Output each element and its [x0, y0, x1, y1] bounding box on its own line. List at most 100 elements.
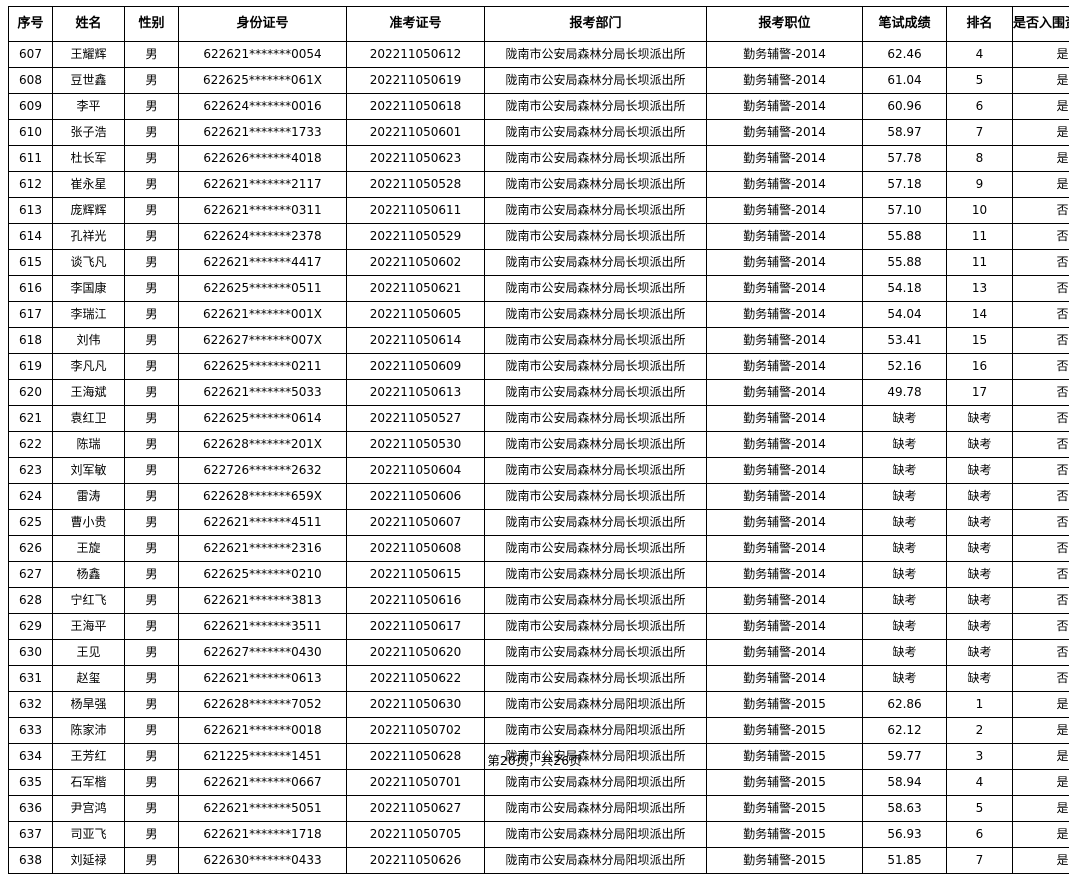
cell-position: 勤务辅警-2014 [707, 380, 863, 406]
table-row: 632杨旱强男622628*******7052202211050630陇南市公… [9, 692, 1069, 718]
cell-ticket: 202211050619 [347, 68, 485, 94]
cell-qualified: 否 [1013, 250, 1069, 276]
cell-idnumber: 622621*******2316 [179, 536, 347, 562]
cell-department: 陇南市公安局森林分局长坝派出所 [485, 172, 707, 198]
cell-idnumber: 622625*******0614 [179, 406, 347, 432]
table-body: 607王耀辉男622621*******0054202211050612陇南市公… [9, 42, 1069, 874]
table-row: 626王旋男622621*******2316202211050608陇南市公安… [9, 536, 1069, 562]
cell-rank: 缺考 [947, 458, 1013, 484]
cell-ticket: 202211050616 [347, 588, 485, 614]
cell-score: 57.10 [863, 198, 947, 224]
cell-ticket: 202211050701 [347, 770, 485, 796]
cell-department: 陇南市公安局森林分局长坝派出所 [485, 276, 707, 302]
cell-position: 勤务辅警-2014 [707, 224, 863, 250]
cell-idnumber: 622621*******4511 [179, 510, 347, 536]
cell-qualified: 是 [1013, 68, 1069, 94]
table-row: 638刘延禄男622630*******0433202211050626陇南市公… [9, 848, 1069, 874]
cell-score: 53.41 [863, 328, 947, 354]
cell-ticket: 202211050613 [347, 380, 485, 406]
cell-gender: 男 [125, 614, 179, 640]
cell-name: 李凡凡 [53, 354, 125, 380]
cell-gender: 男 [125, 94, 179, 120]
cell-rank: 缺考 [947, 640, 1013, 666]
cell-name: 庞辉辉 [53, 198, 125, 224]
cell-seq: 626 [9, 536, 53, 562]
cell-score: 58.63 [863, 796, 947, 822]
cell-name: 刘军敏 [53, 458, 125, 484]
cell-idnumber: 622621*******5051 [179, 796, 347, 822]
cell-idnumber: 622627*******0430 [179, 640, 347, 666]
cell-idnumber: 622625*******0511 [179, 276, 347, 302]
cell-score: 缺考 [863, 406, 947, 432]
cell-ticket: 202211050614 [347, 328, 485, 354]
cell-rank: 4 [947, 42, 1013, 68]
cell-ticket: 202211050608 [347, 536, 485, 562]
cell-position: 勤务辅警-2014 [707, 94, 863, 120]
column-header-score: 笔试成绩 [863, 7, 947, 42]
cell-gender: 男 [125, 510, 179, 536]
cell-ticket: 202211050618 [347, 94, 485, 120]
cell-department: 陇南市公安局森林分局阳坝派出所 [485, 822, 707, 848]
table-row: 622陈瑞男622628*******201X202211050530陇南市公安… [9, 432, 1069, 458]
cell-position: 勤务辅警-2014 [707, 328, 863, 354]
cell-name: 杨鑫 [53, 562, 125, 588]
cell-score: 51.85 [863, 848, 947, 874]
document-page: 序号 姓名 性别 身份证号 准考证号 报考部门 报考职位 笔试成绩 排名 是否入… [0, 0, 1069, 777]
table-row: 625曹小贵男622621*******4511202211050607陇南市公… [9, 510, 1069, 536]
cell-seq: 621 [9, 406, 53, 432]
cell-name: 宁红飞 [53, 588, 125, 614]
cell-name: 尹宫鸿 [53, 796, 125, 822]
cell-department: 陇南市公安局森林分局长坝派出所 [485, 562, 707, 588]
table-row: 627杨鑫男622625*******0210202211050615陇南市公安… [9, 562, 1069, 588]
cell-department: 陇南市公安局森林分局长坝派出所 [485, 406, 707, 432]
cell-department: 陇南市公安局森林分局长坝派出所 [485, 354, 707, 380]
cell-ticket: 202211050527 [347, 406, 485, 432]
cell-qualified: 是 [1013, 822, 1069, 848]
cell-name: 李瑞江 [53, 302, 125, 328]
cell-position: 勤务辅警-2015 [707, 692, 863, 718]
cell-qualified: 是 [1013, 718, 1069, 744]
table-row: 635石军楷男622621*******0667202211050701陇南市公… [9, 770, 1069, 796]
cell-gender: 男 [125, 562, 179, 588]
cell-department: 陇南市公安局森林分局长坝派出所 [485, 640, 707, 666]
table-header: 序号 姓名 性别 身份证号 准考证号 报考部门 报考职位 笔试成绩 排名 是否入… [9, 7, 1069, 42]
cell-qualified: 是 [1013, 848, 1069, 874]
cell-department: 陇南市公安局森林分局长坝派出所 [485, 120, 707, 146]
cell-position: 勤务辅警-2014 [707, 484, 863, 510]
cell-qualified: 是 [1013, 770, 1069, 796]
cell-ticket: 202211050602 [347, 250, 485, 276]
cell-seq: 625 [9, 510, 53, 536]
cell-position: 勤务辅警-2014 [707, 536, 863, 562]
cell-score: 54.04 [863, 302, 947, 328]
cell-seq: 629 [9, 614, 53, 640]
cell-score: 62.86 [863, 692, 947, 718]
cell-seq: 631 [9, 666, 53, 692]
table-row: 616李国康男622625*******0511202211050621陇南市公… [9, 276, 1069, 302]
cell-department: 陇南市公安局森林分局长坝派出所 [485, 146, 707, 172]
cell-ticket: 202211050702 [347, 718, 485, 744]
cell-score: 缺考 [863, 614, 947, 640]
cell-qualified: 是 [1013, 146, 1069, 172]
cell-qualified: 否 [1013, 354, 1069, 380]
cell-idnumber: 622621*******1733 [179, 120, 347, 146]
cell-idnumber: 622621*******3813 [179, 588, 347, 614]
cell-ticket: 202211050528 [347, 172, 485, 198]
cell-name: 王见 [53, 640, 125, 666]
cell-ticket: 202211050615 [347, 562, 485, 588]
cell-score: 56.93 [863, 822, 947, 848]
cell-name: 王海平 [53, 614, 125, 640]
table-row: 619李凡凡男622625*******0211202211050609陇南市公… [9, 354, 1069, 380]
table-row: 620王海斌男622621*******5033202211050613陇南市公… [9, 380, 1069, 406]
cell-score: 缺考 [863, 666, 947, 692]
cell-ticket: 202211050630 [347, 692, 485, 718]
cell-gender: 男 [125, 354, 179, 380]
cell-seq: 630 [9, 640, 53, 666]
cell-qualified: 否 [1013, 562, 1069, 588]
cell-gender: 男 [125, 770, 179, 796]
cell-score: 缺考 [863, 562, 947, 588]
cell-department: 陇南市公安局森林分局长坝派出所 [485, 224, 707, 250]
cell-gender: 男 [125, 42, 179, 68]
cell-score: 49.78 [863, 380, 947, 406]
cell-score: 58.97 [863, 120, 947, 146]
cell-rank: 7 [947, 120, 1013, 146]
